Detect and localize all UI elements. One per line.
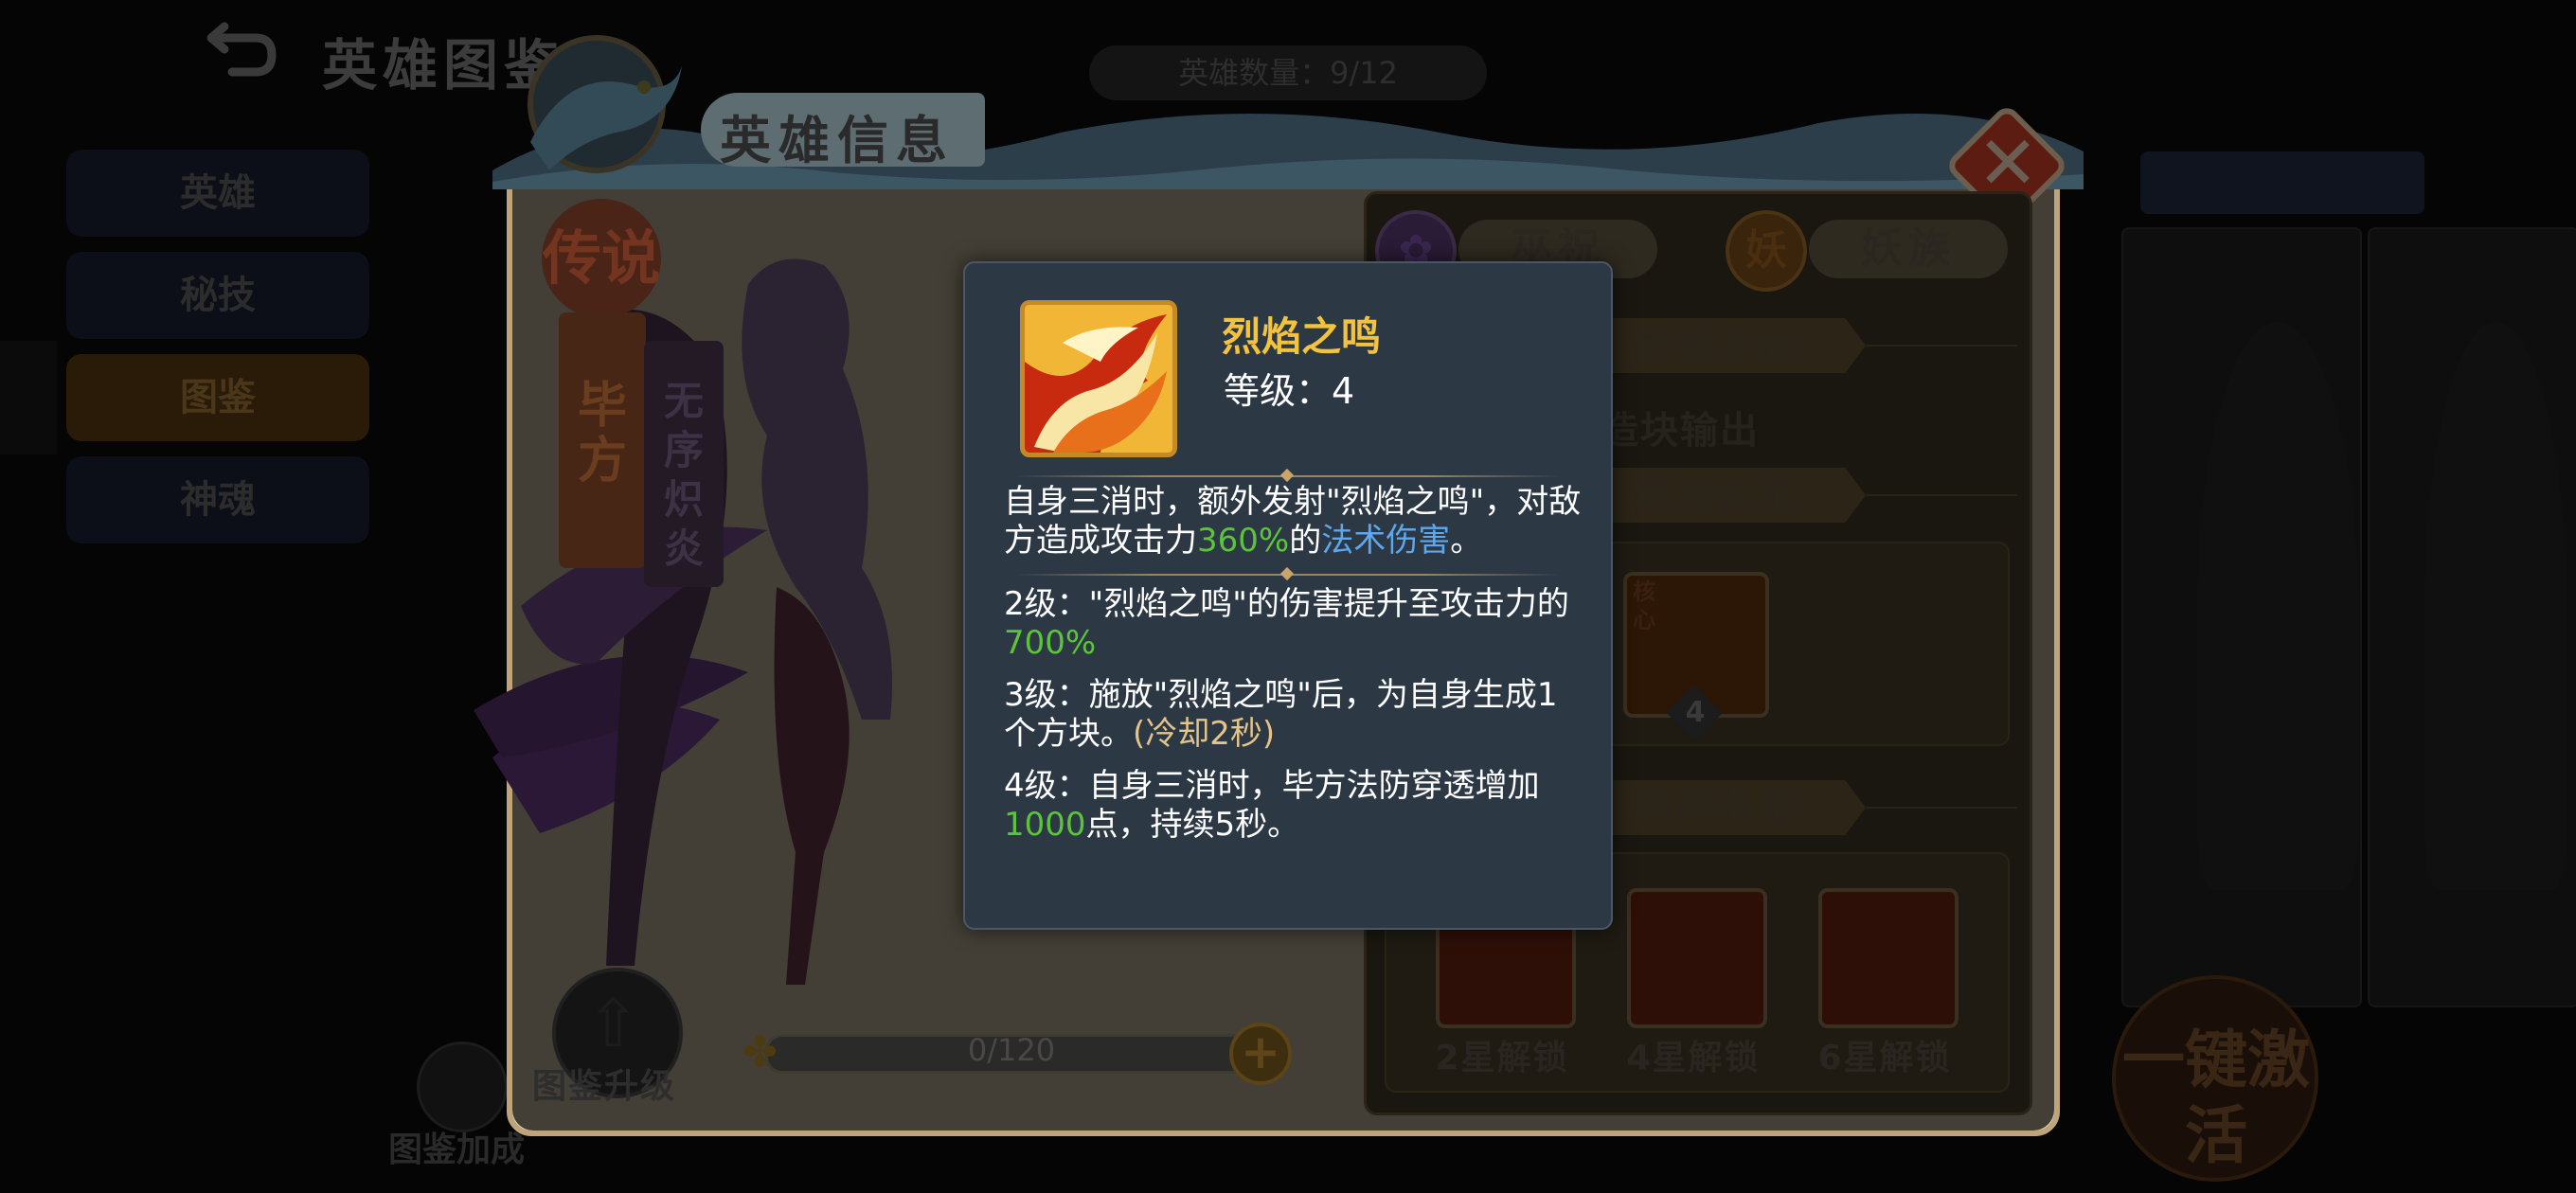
level4-number: 1000: [1004, 806, 1086, 844]
level2-percent: 700%: [1004, 624, 1097, 662]
level3-effect: 3级：施放"烈焰之鸣"后，为自身生成1个方块。(冷却2秒): [1004, 676, 1558, 753]
skill-level-label: 等级：4: [1224, 370, 1355, 412]
hero-silhouette: [2424, 322, 2567, 890]
damage-percent: 360%: [1197, 522, 1290, 560]
skill-description: 自身三消时，额外发射"烈焰之鸣"，对敌方造成攻击力360%的法术伤害。: [1004, 483, 1582, 560]
sidebar-item-soul[interactable]: 神魂: [66, 456, 369, 543]
filter-tab[interactable]: [2140, 151, 2424, 214]
yao-icon: 妖: [1726, 210, 1807, 292]
skill-level: 4: [1685, 696, 1706, 729]
one-key-activate-label: 一键激活: [2122, 1024, 2310, 1172]
side-decoration: [0, 341, 57, 454]
divider: [1866, 807, 2017, 809]
sidebar-item-secret[interactable]: 秘技: [66, 252, 369, 339]
level2-effect: 2级："烈焰之鸣"的伤害提升至攻击力的700%: [1004, 585, 1569, 662]
flame-skill-icon: [1020, 300, 1177, 457]
weapon-skill-icon[interactable]: [1818, 888, 1959, 1028]
level4-effect: 4级：自身三消时，毕方法防穿透增加1000点，持续5秒。: [1004, 767, 1540, 844]
weapon-unlock-label: 6星解锁: [1817, 1039, 1952, 1077]
divider: [1866, 345, 2017, 347]
weapon-skill-icon[interactable]: [1627, 888, 1767, 1028]
divider: [1866, 494, 2017, 496]
weapon-unlock-label: 2星解锁: [1435, 1039, 1569, 1077]
sidebar-item-hero[interactable]: 英雄: [66, 150, 369, 237]
section-skills-title: 英雄技能: [1610, 468, 1866, 523]
section-role-title: 英雄定位: [1610, 318, 1866, 373]
hero-silhouette: [2197, 322, 2358, 890]
flame-icon: [1025, 305, 1172, 453]
codex-bonus-icon[interactable]: [417, 1042, 508, 1132]
hero-title: 无序炽炎: [663, 378, 704, 572]
dialog-title: 英雄信息: [720, 111, 955, 170]
weapon-unlock-label: 4星解锁: [1626, 1039, 1761, 1077]
codex-progress-text: 0/120: [967, 1032, 1056, 1068]
arrow-up-icon: ⇧: [585, 985, 641, 1062]
damage-type: 法术伤害: [1321, 522, 1451, 560]
role-text: 造块输出: [1601, 409, 1760, 453]
hero-name: 毕方: [577, 378, 627, 490]
hero-count: 英雄数量：9/12: [1089, 45, 1487, 100]
sidebar-item-codex[interactable]: 图鉴: [66, 354, 369, 441]
cooldown-note: (冷却2秒): [1133, 715, 1276, 753]
core-skill-tag: 核心: [1633, 579, 1655, 633]
dragon-mascot-icon: [528, 35, 682, 173]
rarity-badge: 传说: [542, 199, 661, 318]
race-tag: 妖族: [1809, 220, 2008, 278]
add-progress-button[interactable]: +: [1229, 1023, 1292, 1085]
back-arrow-icon[interactable]: [204, 19, 279, 85]
section-weapon-title: 神兵技能: [1610, 780, 1866, 835]
skill-name: 烈焰之鸣: [1222, 313, 1382, 360]
codex-upgrade-label: 图鉴升级: [532, 1067, 677, 1106]
